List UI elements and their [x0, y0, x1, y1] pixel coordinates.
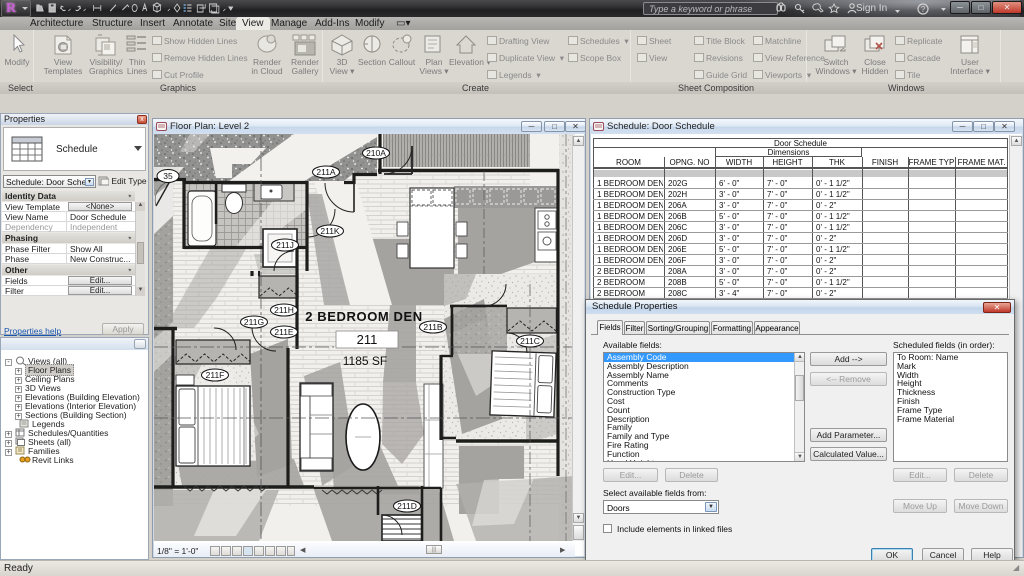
svg-text:?: ? [921, 5, 926, 14]
svg-text:211H: 211H [274, 305, 294, 315]
svg-text:211: 211 [357, 332, 378, 347]
svg-text:211E: 211E [274, 327, 294, 337]
svg-text:211A: 211A [316, 167, 336, 177]
svg-text:211D: 211D [397, 501, 417, 511]
svg-text:211G: 211G [244, 317, 264, 327]
svg-text:211B: 211B [423, 322, 443, 332]
svg-text:211F: 211F [206, 370, 225, 380]
svg-text:211K: 211K [320, 226, 340, 236]
svg-text:211J: 211J [276, 240, 294, 250]
svg-text:1185 SF: 1185 SF [343, 354, 387, 368]
svg-text:35: 35 [163, 171, 173, 181]
svg-text:2 BEDROOM DEN: 2 BEDROOM DEN [305, 309, 423, 324]
svg-text:211C: 211C [520, 336, 540, 346]
svg-text:210A: 210A [366, 148, 386, 158]
